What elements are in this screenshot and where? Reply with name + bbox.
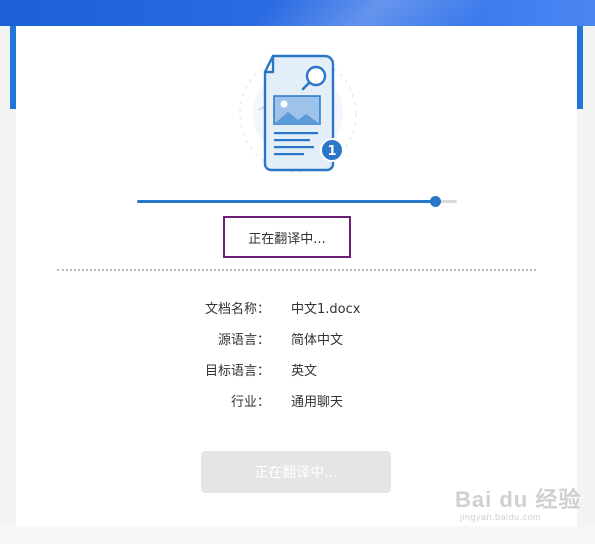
detail-value: 简体中文 — [291, 333, 344, 348]
detail-label: 目标语言： — [204, 364, 270, 379]
detail-label: 行业： — [230, 395, 270, 410]
watermark-sub: jingyan.baidu.com — [460, 512, 542, 522]
detail-row-industry: 行业： 通用聊天 — [150, 391, 470, 411]
detail-row-target-language: 目标语言： 英文 — [150, 360, 470, 380]
detail-row-source-language: 源语言： 简体中文 — [150, 329, 470, 349]
detail-value: 中文1.docx — [291, 302, 361, 317]
detail-value: 通用聊天 — [291, 395, 344, 410]
watermark-main: Bai du 经验 — [455, 487, 582, 512]
badge-number: 1 — [327, 144, 336, 159]
baidu-jingyan-watermark: Bai du 经验 jingyan.baidu.com — [455, 478, 595, 528]
progress-fill — [137, 200, 435, 203]
top-header-band — [0, 0, 595, 26]
translating-button[interactable]: 正在翻译中... — [201, 451, 391, 493]
detail-label: 文档名称： — [204, 302, 270, 317]
progress-knob — [429, 196, 441, 207]
detail-row-document-name: 文档名称： 中文1.docx — [150, 298, 470, 318]
header-light-streak — [225, 0, 505, 26]
count-badge: 1 — [320, 138, 344, 162]
bottom-strip — [0, 526, 595, 544]
detail-label: 源语言： — [217, 333, 270, 348]
status-text: 正在翻译中... — [223, 216, 351, 258]
translation-progress-page: 1 正在翻译中... 文档名称： 中文1.docx 源语言： 简体中文 目标语言… — [0, 0, 595, 544]
right-accent-bar — [577, 26, 583, 109]
translation-progress-bar — [137, 196, 457, 207]
detail-value: 英文 — [291, 364, 318, 379]
dotted-divider — [57, 269, 536, 271]
document-icon: 1 — [239, 54, 357, 173]
